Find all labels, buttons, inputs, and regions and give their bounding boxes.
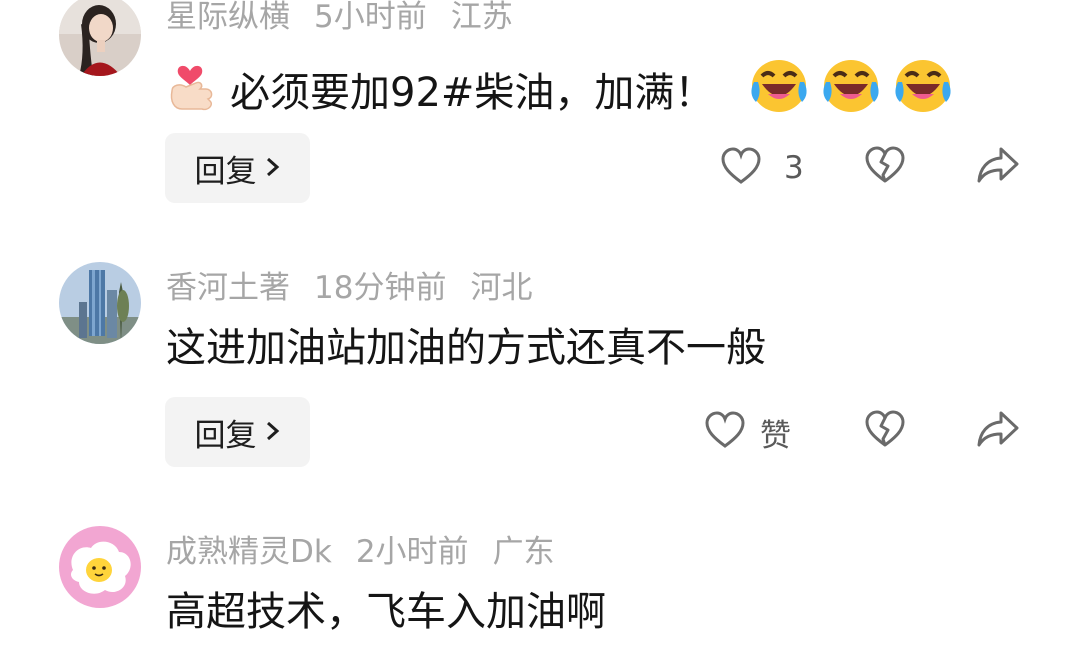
share-button[interactable] (976, 409, 1020, 453)
comment-meta: 星际纵横 5小时前 江苏 (166, 0, 537, 37)
location: 河北 (470, 270, 533, 306)
username[interactable]: 成熟精灵Dk (166, 534, 332, 570)
username[interactable]: 星际纵横 (166, 0, 290, 35)
comment-text-row: 高超技术，飞车入加油啊 (166, 584, 606, 640)
user-photo-woman-icon (59, 0, 141, 76)
chevron-right-icon (265, 416, 281, 449)
timestamp: 5小时前 (314, 0, 427, 35)
broken-heart-icon (865, 410, 905, 447)
location: 广东 (492, 534, 555, 570)
fried-egg-avatar-icon (59, 526, 141, 608)
like-count: 3 (784, 150, 804, 186)
comment-actions: 3 (700, 133, 1040, 203)
avatar[interactable] (59, 526, 141, 608)
heart-icon (720, 146, 762, 190)
comment-item: 星际纵横 5小时前 江苏 必须要加92#柴油，加满！ 回复 3 (0, 0, 1080, 240)
avatar[interactable] (59, 262, 141, 344)
like-button[interactable]: 赞 (704, 397, 791, 467)
timestamp: 18分钟前 (314, 270, 447, 306)
username[interactable]: 香河土著 (166, 270, 290, 306)
comment-text: 必须要加92#柴油，加满！ (230, 69, 715, 116)
heart-icon (704, 410, 746, 454)
dislike-button[interactable] (864, 145, 906, 189)
comment-text-row: 这进加油站加油的方式还真不一般 (166, 320, 766, 376)
comment-text-row: 必须要加92#柴油，加满！ (166, 56, 954, 129)
comment-actions: 赞 (700, 397, 1040, 467)
location: 江苏 (450, 0, 513, 35)
comment-meta: 成熟精灵Dk 2小时前 广东 (166, 532, 579, 572)
laughing-crying-face-icon (748, 56, 810, 129)
laughing-crying-face-icon (892, 56, 954, 129)
reply-button[interactable]: 回复 (165, 133, 310, 203)
reply-button[interactable]: 回复 (165, 397, 310, 467)
avatar[interactable] (59, 0, 141, 76)
comment-text: 高超技术，飞车入加油啊 (166, 589, 606, 635)
dislike-button[interactable] (864, 409, 906, 453)
tower-building-photo-icon (59, 262, 141, 344)
share-button[interactable] (976, 145, 1020, 189)
reply-label: 回复 (194, 153, 257, 190)
chevron-right-icon (265, 152, 281, 185)
comment-text: 这进加油站加油的方式还真不一般 (166, 325, 766, 371)
finger-heart-icon (166, 57, 222, 128)
comment-item: 香河土著 18分钟前 河北 这进加油站加油的方式还真不一般 回复 赞 (0, 262, 1080, 492)
share-arrow-icon (977, 147, 1019, 183)
laughing-crying-face-icon (820, 56, 882, 129)
comment-meta: 香河土著 18分钟前 河北 (166, 268, 556, 308)
like-count: 赞 (760, 417, 791, 454)
reply-label: 回复 (194, 417, 257, 454)
broken-heart-icon (865, 146, 905, 183)
like-button[interactable]: 3 (720, 133, 804, 203)
comment-item: 成熟精灵Dk 2小时前 广东 高超技术，飞车入加油啊 (0, 520, 1080, 648)
share-arrow-icon (977, 411, 1019, 447)
timestamp: 2小时前 (355, 534, 469, 570)
